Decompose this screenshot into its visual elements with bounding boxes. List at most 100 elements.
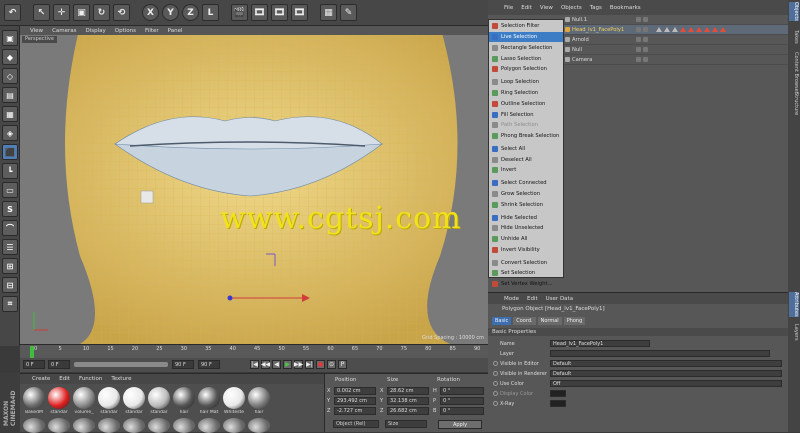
- visibility-dot-render[interactable]: [643, 57, 648, 62]
- material-menu-function[interactable]: Function: [79, 376, 102, 382]
- tag-icon[interactable]: [720, 27, 726, 32]
- material-swatch[interactable]: [148, 387, 170, 409]
- material-swatch[interactable]: [23, 387, 45, 409]
- left-tool-5[interactable]: ◈: [2, 125, 18, 141]
- left-tool-0[interactable]: ▣: [2, 30, 18, 46]
- toolbar-button-13[interactable]: 🎞: [291, 4, 308, 21]
- toolbar-button-10[interactable]: 🎬: [231, 4, 248, 21]
- material-swatch[interactable]: [223, 387, 245, 409]
- size-mode-select[interactable]: Size: [385, 420, 427, 428]
- visibility-dot-editor[interactable]: [636, 17, 641, 22]
- tag-icon[interactable]: [656, 27, 662, 32]
- object-row[interactable]: Head_lv1_FacePoly1: [564, 25, 788, 35]
- viewport-menu-filter[interactable]: Filter: [145, 28, 159, 34]
- menu-item-rectangle-selection[interactable]: Rectangle Selection: [489, 43, 563, 54]
- menu-item-unhide-all[interactable]: Unhide All: [489, 234, 563, 245]
- visibility-dots[interactable]: [636, 17, 650, 22]
- visibility-dot-render[interactable]: [643, 37, 648, 42]
- left-tool-9[interactable]: S: [2, 201, 18, 217]
- position-field[interactable]: 293.492 cm: [334, 397, 376, 405]
- material-swatch-row2[interactable]: [223, 418, 245, 433]
- frame-range-slider[interactable]: [74, 362, 168, 367]
- menu-item-invert-visibility[interactable]: Invert Visibility: [489, 245, 563, 256]
- rotation-field[interactable]: 0 °: [440, 397, 484, 405]
- toolbar-button-12[interactable]: 🎞: [271, 4, 288, 21]
- property-radio[interactable]: [493, 391, 498, 396]
- left-tool-8[interactable]: ▭: [2, 182, 18, 198]
- menu-item-ring-selection[interactable]: Ring Selection: [489, 88, 563, 99]
- right-tab-layers[interactable]: Layers: [789, 324, 799, 341]
- rotation-field[interactable]: 0 °: [440, 387, 484, 395]
- menu-item-loop-selection[interactable]: Loop Selection: [489, 77, 563, 88]
- property-value[interactable]: Off: [550, 380, 782, 387]
- size-field[interactable]: 26.682 cm: [387, 407, 429, 415]
- menu-item-invert[interactable]: Invert: [489, 165, 563, 176]
- right-tab-content-browser[interactable]: Content Browser: [789, 52, 799, 94]
- visibility-dot-editor[interactable]: [636, 47, 641, 52]
- object-row[interactable]: Null.1: [564, 15, 788, 25]
- menu-item-set-vertex-weight[interactable]: Set Vertex Weight...: [489, 279, 563, 290]
- toolbar-button-4[interactable]: ↻: [93, 4, 110, 21]
- 3d-viewport[interactable]: View Cameras Display Options Filter Panel Per…: [20, 26, 488, 344]
- position-field[interactable]: 0.002 cm: [334, 387, 376, 395]
- right-tab-structure[interactable]: Structure: [789, 92, 799, 115]
- menu-item-polygon-selection[interactable]: Polygon Selection: [489, 64, 563, 75]
- coordinate-mode-select[interactable]: Object (Rel): [333, 420, 379, 428]
- menu-item-live-selection[interactable]: Live Selection: [489, 31, 563, 43]
- position-field[interactable]: -2.727 cm: [334, 407, 376, 415]
- left-tool-6[interactable]: ⬛: [2, 144, 18, 160]
- frame-field-frame-end-a[interactable]: 90 F: [172, 360, 194, 369]
- visibility-dot-editor[interactable]: [636, 37, 641, 42]
- menu-item-phong-break-selection[interactable]: Phong Break Selection: [489, 131, 563, 142]
- transport-button-8[interactable]: P: [338, 360, 347, 369]
- toolbar-button-15[interactable]: ✎: [340, 4, 357, 21]
- menu-item-select-all[interactable]: Select All: [489, 144, 563, 155]
- material-swatch[interactable]: [248, 387, 270, 409]
- left-tool-13[interactable]: ⊟: [2, 277, 18, 293]
- toolbar-button-9[interactable]: L: [202, 4, 219, 21]
- tab-phong[interactable]: Phong: [563, 317, 586, 325]
- object-row[interactable]: Null: [564, 45, 788, 55]
- menu-item-hide-selected[interactable]: Hide Selected: [489, 212, 563, 223]
- material-menu-texture[interactable]: Texture: [111, 376, 131, 382]
- material-swatch-row2[interactable]: [48, 418, 70, 433]
- timeline-ruler[interactable]: 0 5 10 15 20 25 30 35 40 45 50 55 60 65 70 75 80 85 90: [20, 344, 488, 358]
- object-menu-tags[interactable]: Tags: [590, 5, 602, 11]
- left-tool-3[interactable]: ▤: [2, 87, 18, 103]
- property-value[interactable]: [550, 400, 566, 407]
- material-swatch-row2[interactable]: [173, 418, 195, 433]
- size-field[interactable]: 32.138 cm: [387, 397, 429, 405]
- material-swatch[interactable]: [123, 387, 145, 409]
- viewport-menu-panel[interactable]: Panel: [168, 28, 183, 34]
- transport-button-5[interactable]: ▶|: [305, 360, 314, 369]
- frame-field-frame-start[interactable]: 0 F: [23, 360, 45, 369]
- right-tab-attributes[interactable]: Attributes: [789, 292, 799, 317]
- property-value[interactable]: Default: [550, 370, 782, 377]
- property-radio[interactable]: [493, 381, 498, 386]
- transport-button-6[interactable]: ●: [316, 360, 325, 369]
- object-menu-view[interactable]: View: [540, 5, 553, 11]
- object-menu-edit[interactable]: Edit: [521, 5, 532, 11]
- object-menu-bookmarks[interactable]: Bookmarks: [610, 5, 641, 11]
- object-menu-objects[interactable]: Objects: [561, 5, 582, 11]
- material-swatch[interactable]: [198, 387, 220, 409]
- transport-button-2[interactable]: ◀: [272, 360, 281, 369]
- material-swatch[interactable]: [173, 387, 195, 409]
- tag-icon[interactable]: [696, 27, 702, 32]
- left-tool-7[interactable]: ┗: [2, 163, 18, 179]
- material-swatch[interactable]: [98, 387, 120, 409]
- left-tool-10[interactable]: ⌒: [2, 220, 18, 236]
- toolbar-button-7[interactable]: Y: [162, 4, 179, 21]
- material-swatch-row2[interactable]: [23, 418, 45, 433]
- material-swatch-row2[interactable]: [148, 418, 170, 433]
- menu-item-deselect-all[interactable]: Deselect All: [489, 154, 563, 165]
- visibility-dots[interactable]: [636, 57, 650, 62]
- property-value[interactable]: Head_lv1_FacePoly1: [550, 340, 650, 347]
- frame-field-frame-current[interactable]: 0 F: [48, 360, 70, 369]
- viewport-menu-cameras[interactable]: Cameras: [52, 28, 76, 34]
- menu-item-selection-filter[interactable]: Selection Filter: [489, 21, 563, 32]
- toolbar-button-6[interactable]: X: [142, 4, 159, 21]
- property-value[interactable]: [550, 390, 566, 397]
- toolbar-button-3[interactable]: ▣: [73, 4, 90, 21]
- attribute-menu-user-data[interactable]: User Data: [546, 296, 573, 302]
